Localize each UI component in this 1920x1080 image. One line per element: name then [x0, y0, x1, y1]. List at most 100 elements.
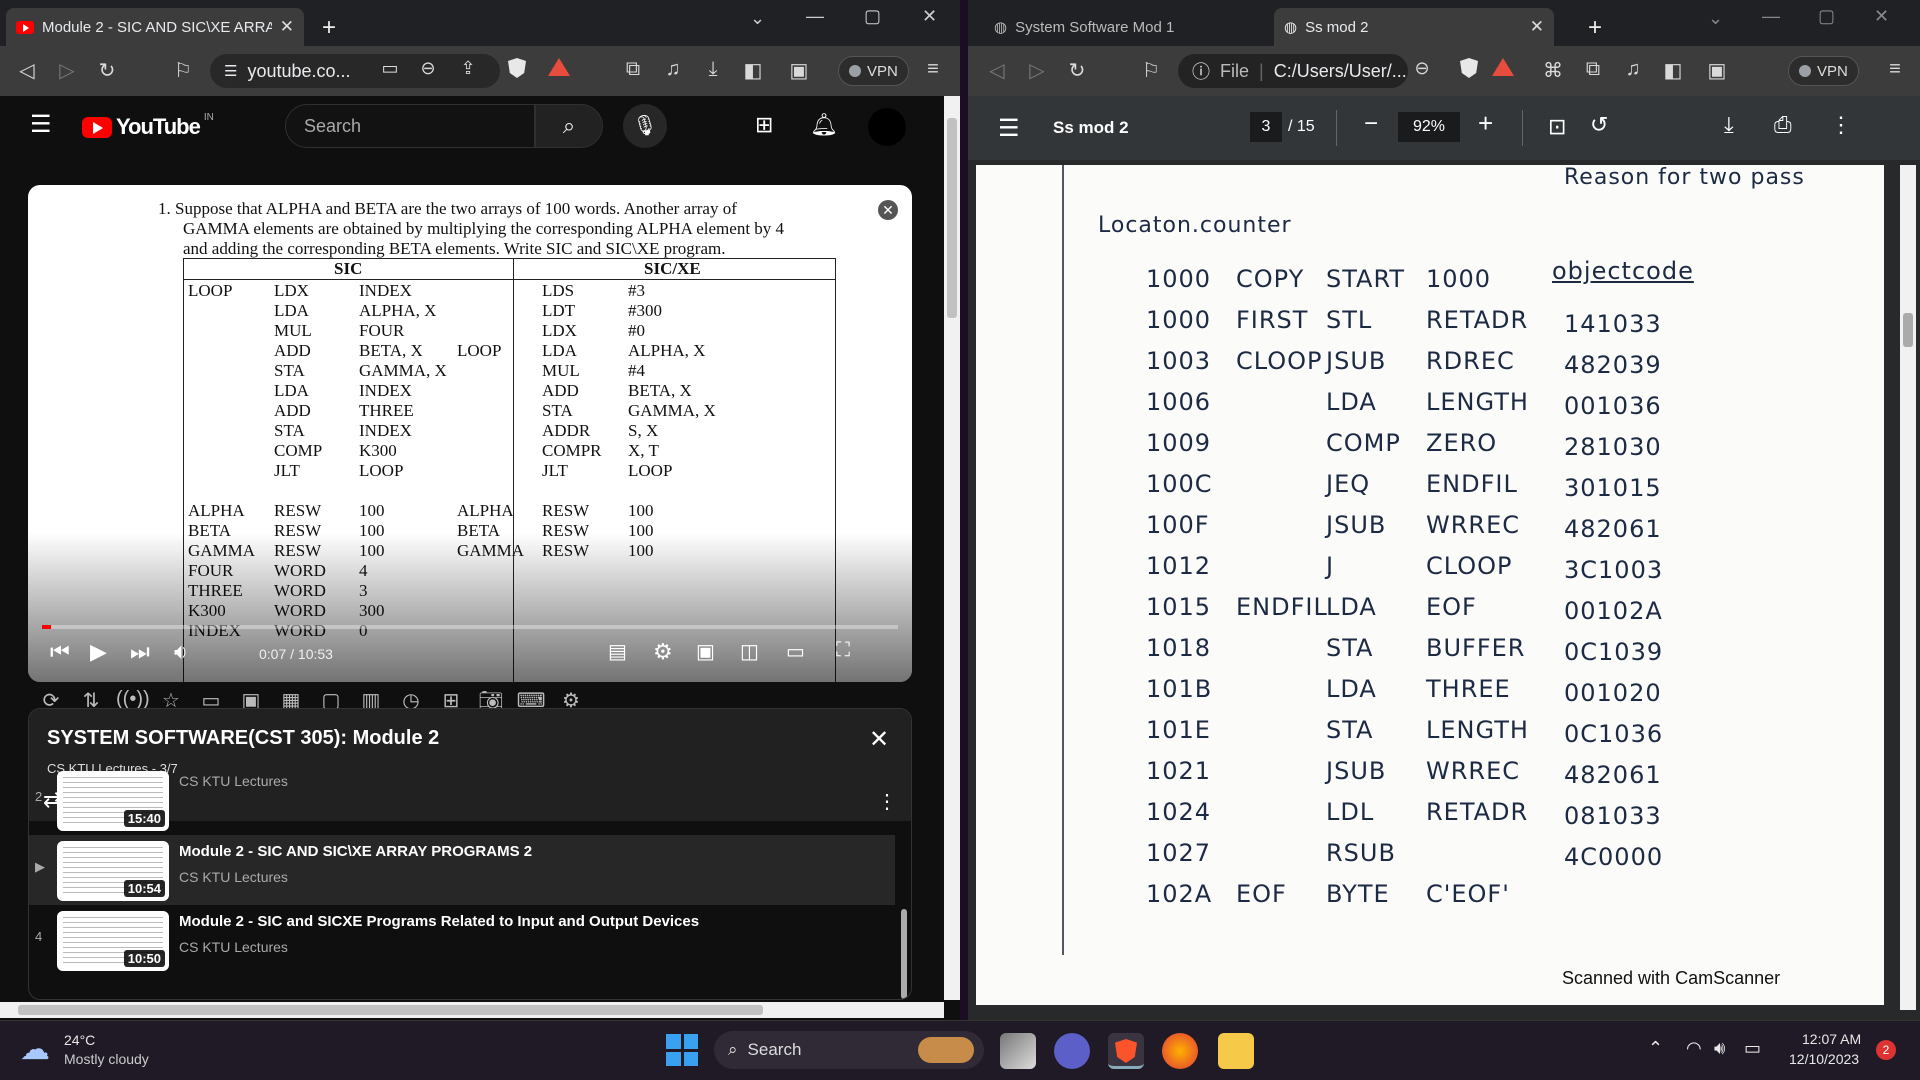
playlist-item-channel[interactable]: CS KTU Lectures [179, 773, 288, 789]
zoom-out-icon[interactable]: − [1364, 110, 1378, 138]
bookmark-icon[interactable]: ⚐ [1138, 58, 1164, 83]
playlist-item[interactable]: 2 15:40 CS KTU Lectures [29, 765, 895, 835]
zoom-icon[interactable]: ⊖ [415, 58, 441, 79]
zoom-icon[interactable]: ⊖ [1409, 58, 1435, 79]
maximize-icon[interactable]: ▢ [864, 6, 881, 27]
media-icon[interactable]: ♫ [660, 58, 686, 81]
reload-icon[interactable]: ↻ [1064, 58, 1090, 83]
teams-chat-icon[interactable] [1054, 1033, 1090, 1069]
brave-shield-icon[interactable] [1456, 58, 1482, 84]
forward-icon[interactable]: ▷ [54, 58, 80, 83]
clock-date[interactable]: 12/10/2023 [1789, 1051, 1859, 1067]
brave-rewards-icon[interactable] [546, 58, 572, 82]
pdf-menu-icon[interactable]: ☰ [998, 114, 1020, 143]
minimize-icon[interactable]: — [806, 6, 824, 27]
voice-search-icon[interactable]: 🎙 [623, 104, 667, 148]
pdf-download-icon[interactable]: ⤓ [1724, 112, 1734, 138]
volume-icon[interactable]: 🔉︎ [174, 639, 188, 665]
file-explorer-icon[interactable] [1218, 1033, 1254, 1069]
youtube-search-button[interactable]: ⌕ [535, 104, 603, 148]
horizontal-scrollbar-thumb[interactable] [18, 1005, 763, 1015]
video-player[interactable]: 1. Suppose that ALPHA and BETA are the t… [28, 185, 912, 682]
vpn-button[interactable]: VPN [838, 56, 909, 86]
rotate-icon[interactable]: ↺ [1590, 112, 1608, 138]
site-info-icon[interactable]: ☰ [224, 62, 237, 80]
new-tab-icon[interactable]: + [322, 14, 336, 42]
reload-icon[interactable]: ↻ [94, 58, 120, 83]
play-icon[interactable]: ▶ [90, 639, 107, 665]
windows-start-icon[interactable] [666, 1034, 698, 1066]
pip-icon[interactable]: ◫ [740, 639, 759, 664]
task-view-icon[interactable] [1000, 1033, 1036, 1069]
brave-browser-icon[interactable] [1108, 1033, 1144, 1069]
hamburger-menu-icon[interactable]: ☰ [30, 110, 52, 139]
weather-cloud-icon[interactable]: ☁ [20, 1032, 50, 1067]
tab-search-chevron-icon[interactable]: ⌄ [750, 8, 765, 29]
theater-mode-icon[interactable]: ▭ [786, 639, 805, 664]
page-number-input[interactable]: 3 [1250, 112, 1282, 142]
share-icon[interactable]: ⇪ [455, 58, 481, 79]
subtitles-icon[interactable]: ▤ [608, 639, 627, 664]
pdf-more-icon[interactable]: ⋮ [1830, 112, 1852, 138]
scrollbar-thumb[interactable] [947, 118, 957, 318]
fit-page-icon[interactable]: ⊡ [1548, 114, 1566, 140]
sidebar-icon[interactable]: ◧ [740, 58, 766, 83]
notifications-bell-icon[interactable]: 🔔︎ [810, 112, 838, 138]
close-tab-icon[interactable]: ✕ [280, 17, 294, 37]
create-video-icon[interactable]: ⊞ [755, 112, 773, 138]
print-icon[interactable]: ⎙ [1774, 112, 1792, 138]
close-playlist-icon[interactable]: ✕ [869, 725, 889, 754]
close-tab-icon[interactable]: ✕ [1530, 17, 1544, 37]
volume-icon[interactable]: 🔊︎ [1714, 1038, 1725, 1059]
playlist-scrollbar[interactable] [901, 909, 907, 999]
settings-gear-icon[interactable]: ⚙ [653, 639, 673, 665]
media-icon[interactable]: ♫ [1620, 58, 1646, 81]
tab-youtube-video[interactable]: Module 2 - SIC AND SIC\XE ARRA ✕ [6, 8, 304, 46]
show-hidden-icons-icon[interactable]: ⌃ [1648, 1038, 1663, 1059]
zoom-in-icon[interactable]: + [1478, 108, 1493, 139]
page-scrollbar[interactable] [944, 96, 960, 1000]
minimize-icon[interactable]: — [1762, 6, 1780, 27]
battery-icon[interactable]: ▭ [1744, 1038, 1761, 1059]
playlist-item-title[interactable]: Module 2 - SIC and SICXE Programs Relate… [179, 913, 699, 930]
maximize-icon[interactable]: ▢ [1818, 6, 1835, 27]
playlist-thumbnail[interactable]: 10:50 [57, 911, 169, 971]
bookmark-icon[interactable]: ⚐ [170, 58, 196, 83]
weather-condition[interactable]: Mostly cloudy [64, 1051, 149, 1067]
youtube-search-input[interactable]: Search [285, 104, 535, 148]
back-icon[interactable]: ◁ [984, 58, 1010, 83]
cast-icon[interactable]: ▭ [377, 58, 403, 79]
previous-icon[interactable]: ⏮ [50, 639, 70, 665]
address-bar[interactable]: ⓘ File | C:/Users/User/... [1178, 54, 1408, 88]
weather-temperature[interactable]: 24°C [64, 1032, 95, 1048]
sidebar-icon[interactable]: ◧ [1660, 58, 1686, 83]
tab-search-chevron-icon[interactable]: ⌄ [1708, 8, 1723, 29]
extensions-icon[interactable]: ⧉ [620, 58, 646, 81]
menu-icon[interactable]: ≡ [920, 58, 946, 81]
pdf-scrollbar-thumb[interactable] [1903, 313, 1913, 347]
playlist-item-title[interactable]: Module 2 - SIC AND SIC\XE ARRAY PROGRAMS… [179, 843, 532, 860]
wallet-icon[interactable]: ▣ [1704, 58, 1730, 83]
wallet-icon[interactable]: ▣ [786, 58, 812, 83]
close-window-icon[interactable]: ✕ [1874, 6, 1889, 27]
wifi-icon[interactable]: ◠ [1686, 1038, 1702, 1059]
vpn-button[interactable]: VPN [1788, 56, 1859, 86]
playlist-thumbnail[interactable]: 15:40 [57, 771, 169, 831]
playlist-item-channel[interactable]: CS KTU Lectures [179, 869, 288, 885]
next-icon[interactable]: ⏭ [130, 639, 150, 665]
playlist-title[interactable]: SYSTEM SOFTWARE(CST 305): Module 2 [47, 727, 439, 750]
taskbar-search[interactable]: ⌕ Search [714, 1031, 984, 1069]
menu-icon[interactable]: ≡ [1882, 58, 1908, 81]
avatar[interactable] [868, 108, 906, 146]
back-icon[interactable]: ◁ [14, 58, 40, 83]
new-tab-icon[interactable]: + [1588, 14, 1602, 42]
progress-bar[interactable] [42, 625, 898, 629]
brave-shield-icon[interactable] [504, 58, 530, 84]
playlist-item-channel[interactable]: CS KTU Lectures [179, 939, 288, 955]
clock-time[interactable]: 12:07 AM [1802, 1031, 1861, 1047]
tab-system-software-mod1[interactable]: ◍ System Software Mod 1 [984, 8, 1274, 46]
playlist-thumbnail[interactable]: 10:54 [57, 841, 169, 901]
horizontal-scrollbar[interactable] [0, 1002, 944, 1018]
close-overlay-icon[interactable]: ✕ [878, 200, 898, 220]
pdf-page[interactable]: Reason for two pass Locaton.counter obje… [976, 165, 1884, 1005]
